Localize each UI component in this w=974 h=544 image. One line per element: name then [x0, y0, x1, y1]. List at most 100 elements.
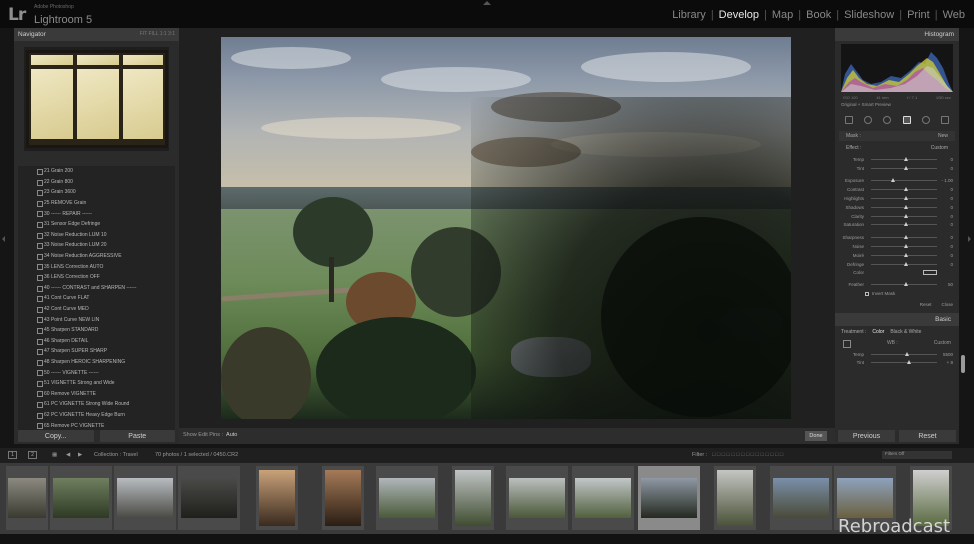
preset-item[interactable]: 36 LENS Correction OFF — [18, 272, 175, 283]
slider-track[interactable] — [871, 196, 937, 201]
filmstrip-thumb[interactable] — [50, 466, 112, 530]
treatment-color[interactable]: Color — [872, 329, 884, 335]
basic-tint-value[interactable]: + 8 — [941, 360, 953, 365]
module-library[interactable]: Library — [667, 9, 711, 21]
preset-item[interactable]: 25 REMOVE Grain — [18, 198, 175, 209]
right-panel-scrollbar[interactable] — [961, 355, 965, 373]
mask-new-button[interactable]: New — [938, 133, 948, 139]
slider-knob[interactable] — [904, 213, 908, 218]
slider-knob[interactable] — [904, 261, 908, 266]
mask-close-button[interactable]: Close — [941, 302, 953, 307]
slider-value[interactable]: 0 — [941, 166, 953, 171]
wb-dropdown[interactable]: Custom — [934, 340, 951, 348]
wb-eyedropper-icon[interactable] — [843, 339, 851, 348]
photo-count[interactable]: 70 photos / 1 selected / 0450.CR2 — [155, 452, 238, 458]
preset-item[interactable]: 45 Sharpen STANDARD — [18, 325, 175, 336]
slider-knob[interactable] — [904, 244, 908, 249]
slider-knob[interactable] — [904, 156, 908, 161]
previous-button[interactable]: Previous — [838, 430, 895, 442]
module-web[interactable]: Web — [938, 9, 970, 21]
back-arrow-icon[interactable]: ◀ — [66, 452, 70, 458]
collapse-right-arrow-icon[interactable] — [968, 236, 971, 242]
histogram-header[interactable]: Histogram — [835, 28, 959, 41]
preset-item[interactable]: 43 Point Curve NEW LIN — [18, 314, 175, 325]
page-1-button[interactable]: 1 — [8, 451, 17, 459]
preset-item[interactable]: 33 Noise Reduction LUM 20 — [18, 240, 175, 251]
preset-item[interactable]: 34 Noise Reduction AGGRESSIVE — [18, 251, 175, 262]
slider-value[interactable]: 0 — [941, 235, 953, 240]
feather-value[interactable]: 50 — [941, 282, 953, 287]
slider-knob[interactable] — [904, 187, 908, 192]
show-edit-pins[interactable]: Show Edit Pins : Auto — [183, 432, 237, 438]
page-2-button[interactable]: 2 — [28, 451, 37, 459]
color-swatch[interactable] — [923, 270, 937, 276]
preset-item[interactable]: 65 Remove PC VIGNETTE — [18, 420, 175, 430]
histogram[interactable] — [841, 44, 953, 92]
slider-value[interactable]: 0 — [941, 222, 953, 227]
preset-item[interactable]: 47 Sharpen SUPER SHARP — [18, 346, 175, 357]
slider-knob[interactable] — [904, 196, 908, 201]
basic-temp-value[interactable]: 5500 — [941, 352, 953, 357]
filmstrip-thumb[interactable] — [178, 466, 240, 530]
slider-track[interactable] — [871, 204, 937, 209]
mask-reset-button[interactable]: Reset — [920, 302, 932, 307]
feather-slider[interactable] — [871, 282, 937, 287]
show-edit-pins-value[interactable]: Auto — [226, 432, 237, 438]
slider-value[interactable]: 0 — [941, 157, 953, 162]
slider-knob[interactable] — [890, 178, 895, 183]
red-eye-icon[interactable] — [883, 116, 892, 124]
module-map[interactable]: Map — [767, 9, 798, 21]
preset-item[interactable]: 31 Sensor Edge Defringe — [18, 219, 175, 230]
preset-item[interactable]: 35 LENS Correction AUTO — [18, 261, 175, 272]
slider-knob[interactable] — [904, 165, 908, 170]
radial-filter-icon[interactable] — [921, 116, 930, 124]
navigator-header[interactable]: Navigator FIT FILL 1:1 3:1 — [14, 28, 179, 41]
graduated-filter-icon[interactable] — [902, 116, 911, 124]
slider-value[interactable]: 0 — [941, 187, 953, 192]
filmstrip-thumb[interactable] — [6, 466, 48, 530]
slider-track[interactable] — [871, 156, 937, 161]
module-book[interactable]: Book — [801, 9, 836, 21]
navigator-preview[interactable] — [24, 47, 169, 151]
done-button[interactable]: Done — [805, 431, 827, 441]
preset-item[interactable]: 32 Noise Reduction LUM 10 — [18, 230, 175, 241]
slider-value[interactable]: 0 — [941, 205, 953, 210]
collection-label[interactable]: Collection : Travel — [94, 452, 138, 458]
preset-item[interactable]: 50 ------ VIGNETTE ------ — [18, 367, 175, 378]
preset-item[interactable]: 48 Sharpen HEROIC SHARPENING — [18, 357, 175, 368]
effect-dropdown[interactable]: Custom — [931, 145, 948, 151]
main-photo[interactable] — [221, 37, 791, 419]
filter-dropdown[interactable]: Filters Off — [882, 451, 952, 459]
collapse-top-arrow-icon[interactable] — [483, 1, 491, 5]
spot-removal-icon[interactable] — [864, 116, 873, 124]
slider-value[interactable]: - 1.00 — [941, 178, 953, 183]
preset-item[interactable]: 46 Sharpen DETAIL — [18, 336, 175, 347]
filmstrip-thumb[interactable] — [322, 466, 364, 530]
basic-header[interactable]: Basic — [835, 312, 959, 326]
preset-item[interactable]: 23 Grain 3600 — [18, 187, 175, 198]
preset-item[interactable]: 41 Cont Curve FLAT — [18, 293, 175, 304]
filmstrip-thumb[interactable] — [452, 466, 494, 530]
slider-value[interactable]: 0 — [941, 196, 953, 201]
forward-arrow-icon[interactable]: ▶ — [78, 452, 82, 458]
slider-track[interactable] — [871, 235, 937, 240]
basic-temp-slider[interactable] — [871, 351, 937, 356]
slider-track[interactable] — [871, 261, 937, 266]
preset-item[interactable]: 51 VIGNETTE Strong and Wide — [18, 378, 175, 389]
preset-item[interactable]: 61 PC VIGNETTE Strong Wide Round — [18, 399, 175, 410]
preset-item[interactable]: 40 ------ CONTRAST and SHARPEN ------ — [18, 283, 175, 294]
paste-button[interactable]: Paste — [99, 430, 175, 442]
adjustment-brush-icon[interactable] — [940, 116, 949, 124]
module-develop[interactable]: Develop — [714, 9, 764, 21]
grid-icon[interactable]: ▦ — [52, 452, 57, 458]
slider-track[interactable] — [871, 244, 937, 249]
filmstrip-thumb-selected[interactable] — [638, 466, 700, 530]
filmstrip-thumb[interactable] — [714, 466, 756, 530]
copy-button[interactable]: Copy... — [18, 430, 94, 442]
slider-track[interactable] — [871, 178, 937, 183]
preset-item[interactable]: 22 Grain 800 — [18, 177, 175, 188]
slider-knob[interactable] — [904, 204, 908, 209]
slider-value[interactable]: 0 — [941, 253, 953, 258]
filmstrip-thumb[interactable] — [572, 466, 634, 530]
slider-knob[interactable] — [904, 252, 908, 257]
